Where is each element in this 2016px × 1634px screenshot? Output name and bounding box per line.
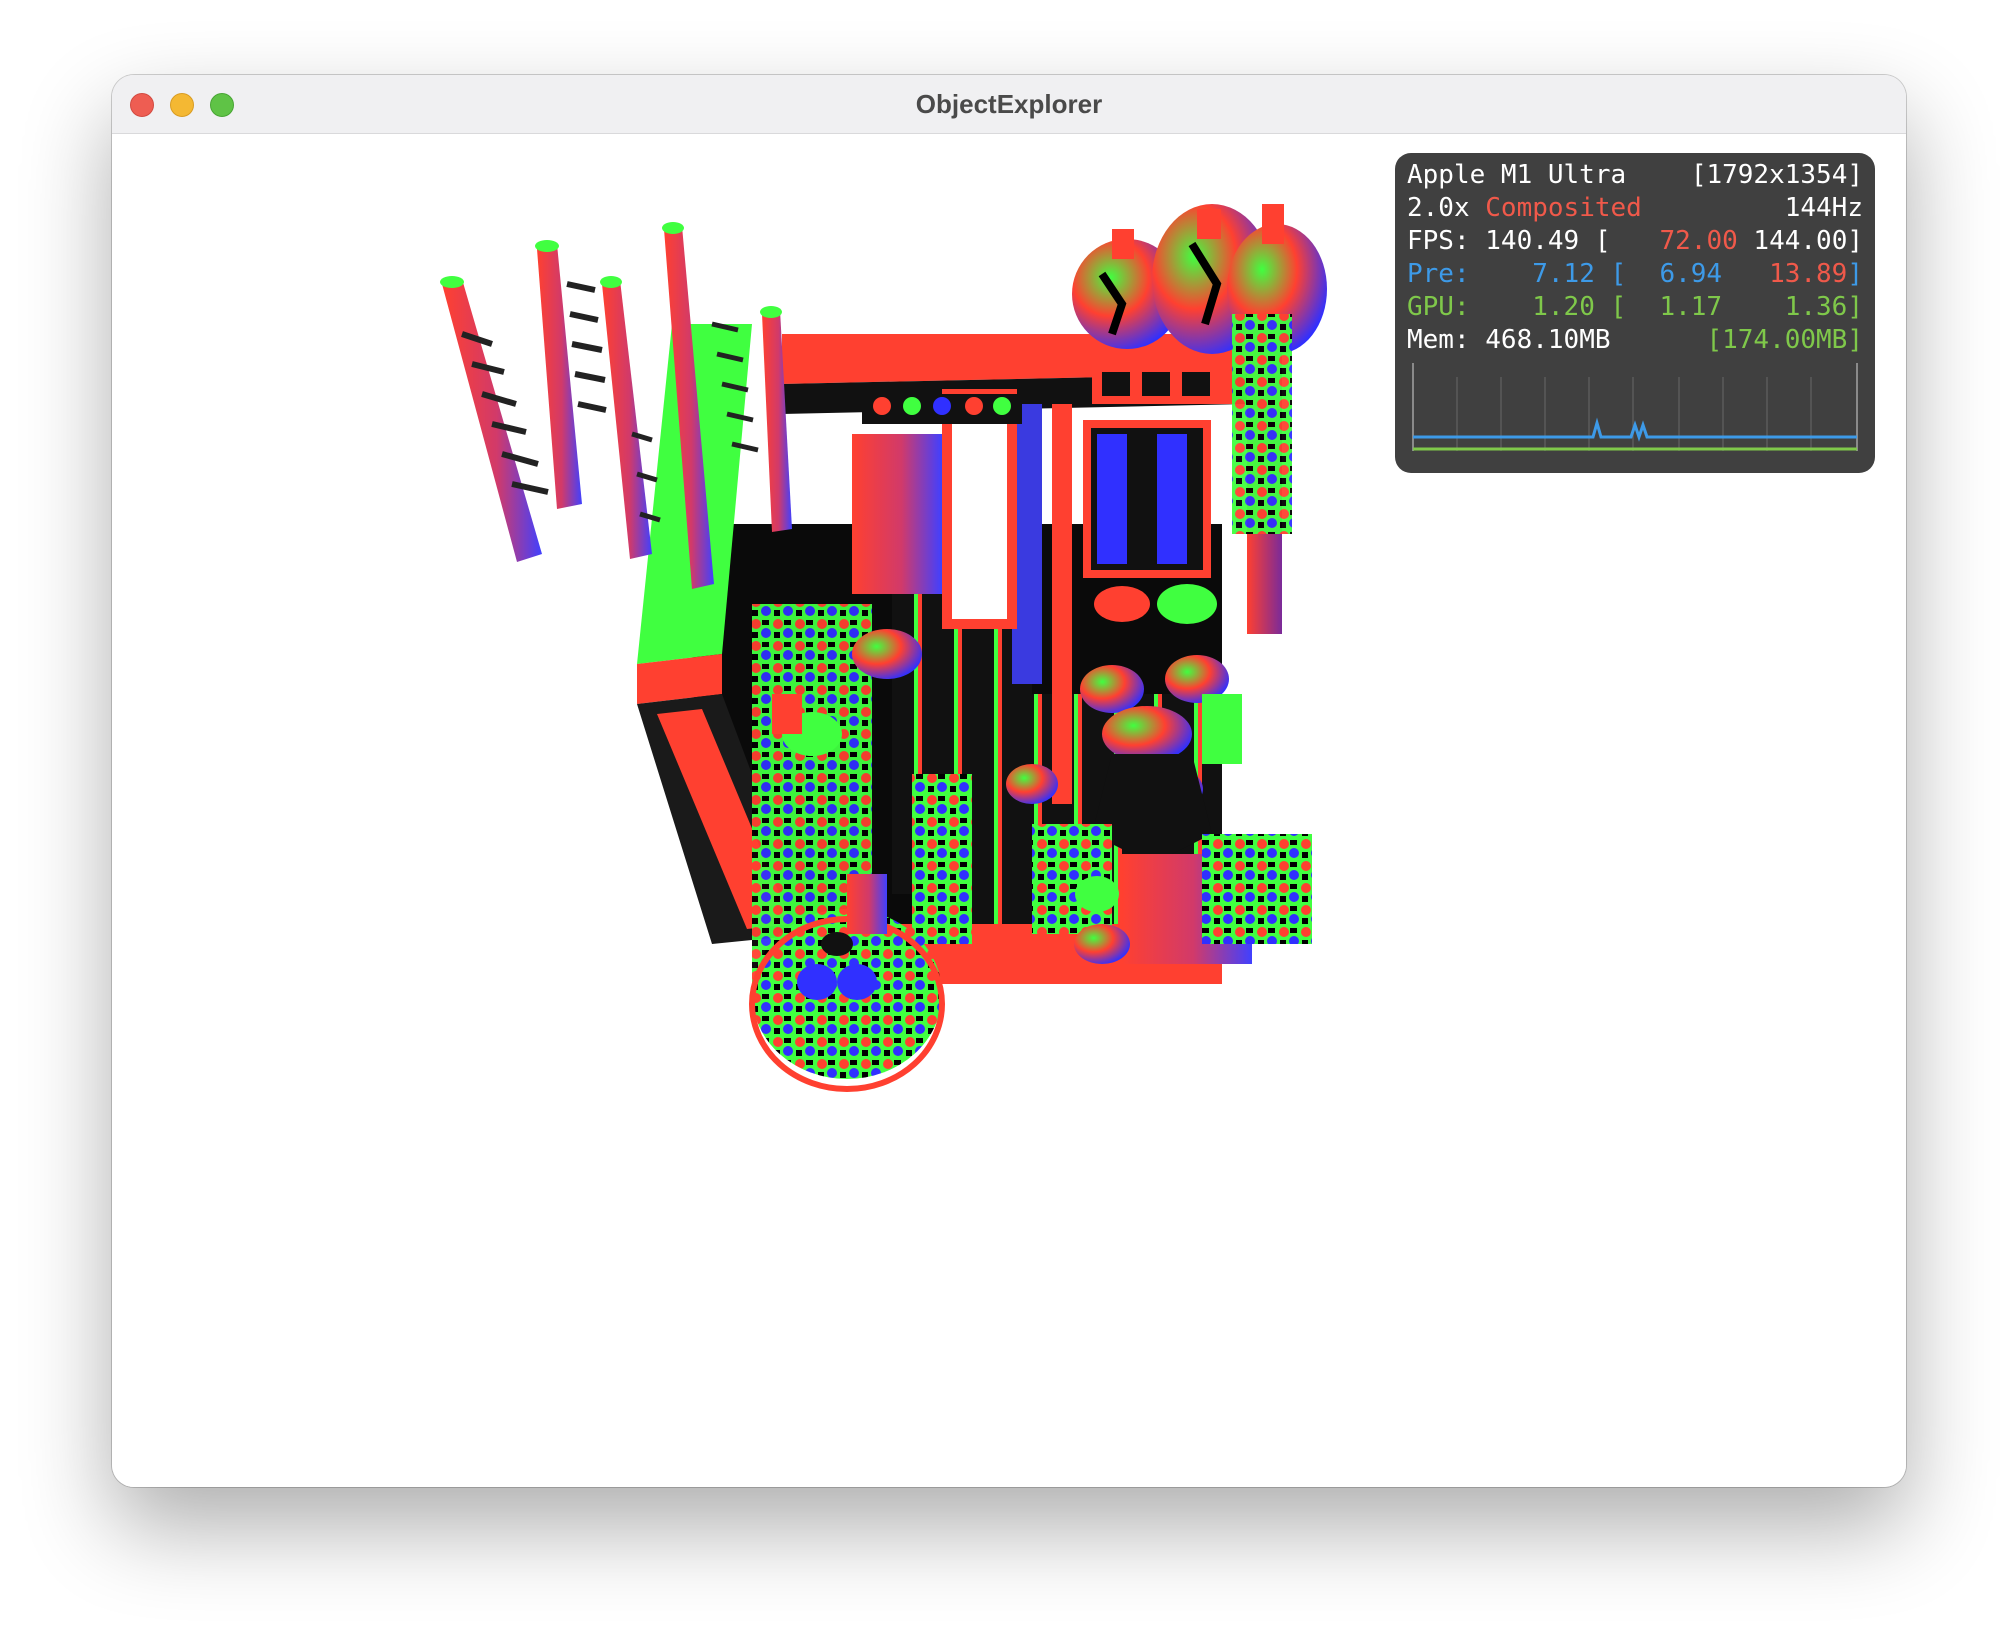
hud-gpu-row: GPU: 1.20 [ 1.17 1.36] [1407,291,1863,324]
hud-gpu-open-bracket: [ [1610,292,1627,322]
hud-scale: 2.0x [1407,193,1470,223]
hud-pre-close-bracket: ] [1847,259,1863,289]
hud-device-name: Apple M1 Ultra [1407,160,1627,190]
3d-viewport[interactable]: Apple M1 Ultra [1792x1354] 2.0x Composit… [112,134,1906,1487]
hud-fps-close-bracket: ] [1847,226,1863,256]
hud-gpu-label: GPU: [1407,292,1470,322]
frame-time-graph [1412,363,1858,451]
hud-refresh-rate: 144Hz [1784,193,1863,223]
app-window: ObjectExplorer Apple M1 Ultra [1792x1354… [112,75,1906,1487]
hud-resolution: [1792x1354] [1690,160,1863,190]
performance-overlay: Apple M1 Ultra [1792x1354] 2.0x Composit… [1395,153,1875,473]
hud-fps-label: FPS: [1407,226,1470,256]
hud-fps-max: 144.00 [1753,226,1848,256]
hud-pre-row: Pre: 7.12 [ 6.94 13.89] [1407,258,1863,291]
hud-mode: Composited [1485,193,1642,223]
hud-gpu-close-bracket: ] [1847,292,1863,322]
hud-gpu-value: 1.20 [1532,292,1595,322]
hud-device-row: Apple M1 Ultra [1792x1354] [1407,159,1863,192]
hud-mem-row: Mem: 468.10MB [174.00MB] [1407,324,1863,357]
hud-fps-open-bracket: [ [1594,226,1611,256]
hud-mem-extra: [174.00MB] [1706,325,1863,355]
hud-fps-row: FPS: 140.49 [ 72.00 144.00] [1407,225,1863,258]
hud-pre-min: 6.94 [1659,259,1723,289]
hud-fps-min: 72.00 [1659,226,1738,256]
hud-gpu-max: 1.36 [1784,292,1848,322]
hud-pre-open-bracket: [ [1610,259,1627,289]
hud-fps-value: 140.49 [1485,226,1580,256]
title-bar[interactable]: ObjectExplorer [112,75,1906,134]
hud-pre-value: 7.12 [1532,259,1595,289]
hud-pre-max: 13.89 [1769,259,1848,289]
hud-mode-row: 2.0x Composited 144Hz [1407,192,1863,225]
window-title: ObjectExplorer [915,89,1103,119]
hud-pre-label: Pre: [1407,259,1470,289]
hud-mem-value: 468.10MB [1485,325,1611,355]
hud-gpu-min: 1.17 [1659,292,1723,322]
hud-mem-label: Mem: [1407,325,1470,355]
